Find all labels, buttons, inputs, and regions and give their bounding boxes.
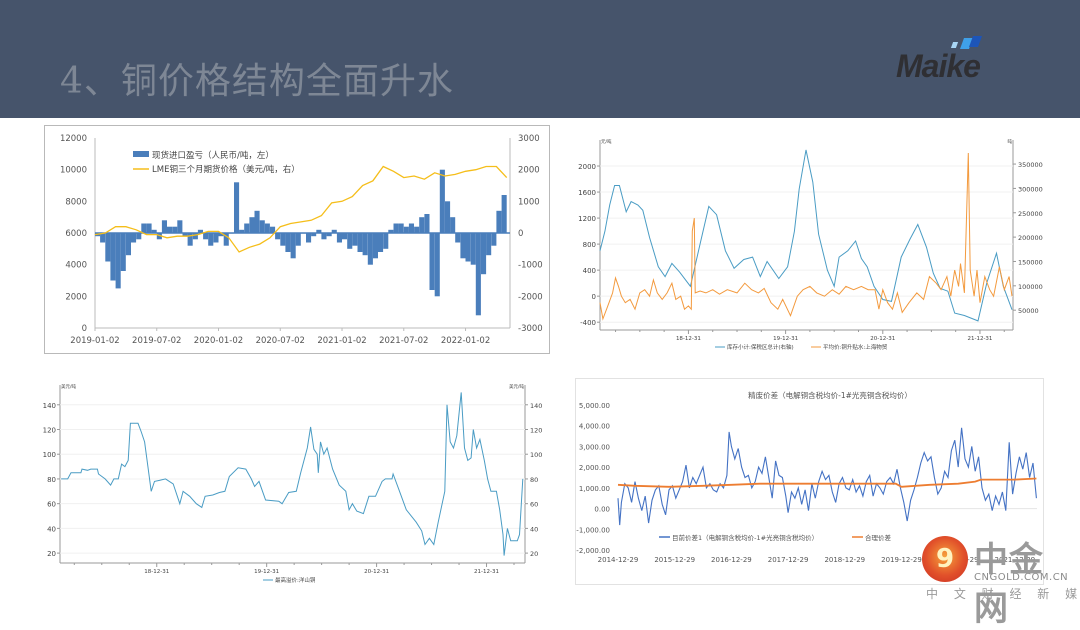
y-tick-label: 0.00 bbox=[594, 506, 610, 514]
y-tick-label: 2,000.00 bbox=[579, 464, 610, 472]
refined-scrap-spread-chart: 精废价差（电解铜含税均价-1#光亮铜含税均价） 5,000.00 4,000.00 3… bbox=[576, 390, 1037, 564]
y-tick-label: -2,000.00 bbox=[576, 547, 610, 555]
y-tick-label: 4,000.00 bbox=[579, 423, 610, 431]
watermark-domain: CNGOLD.COM.CN bbox=[974, 572, 1069, 583]
cngold-logo-icon: 9 bbox=[922, 536, 968, 582]
series-line-2 bbox=[617, 477, 1037, 488]
series-line-1 bbox=[617, 427, 1037, 526]
x-tick-label: 2019-12-29 bbox=[881, 556, 922, 564]
legend-label: 目前价差1（电解铜含税均价-1#光亮铜含税均价） bbox=[672, 533, 818, 542]
x-tick-label: 2014-12-29 bbox=[598, 556, 639, 564]
cngold-watermark: 9 中金网 CNGOLD.COM.CN 中 文 财 经 新 媒 体 bbox=[922, 532, 1080, 629]
x-tick-label: 2017-12-29 bbox=[768, 556, 809, 564]
chart-title: 精废价差（电解铜含税均价-1#光亮铜含税均价） bbox=[748, 390, 912, 400]
legend-label: 合理价差 bbox=[865, 533, 892, 542]
x-tick-label: 2018-12-29 bbox=[824, 556, 865, 564]
y-tick-label: 3,000.00 bbox=[579, 443, 610, 451]
y-tick-label: -1,000.00 bbox=[576, 526, 610, 534]
x-tick-label: 2016-12-29 bbox=[711, 556, 752, 564]
x-tick-label: 2015-12-29 bbox=[654, 556, 695, 564]
y-tick-label: 5,000.00 bbox=[579, 402, 610, 410]
y-tick-label: 1,000.00 bbox=[579, 485, 610, 493]
watermark-tagline: 中 文 财 经 新 媒 体 bbox=[926, 587, 1080, 601]
